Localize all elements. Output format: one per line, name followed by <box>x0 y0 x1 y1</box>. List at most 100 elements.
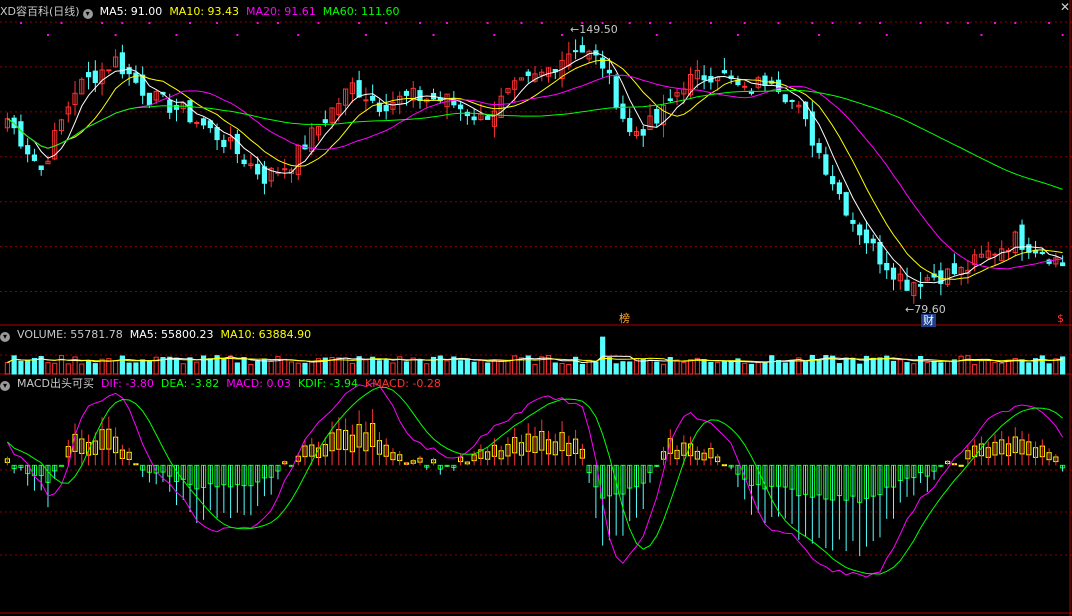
candle-body <box>572 50 579 53</box>
volume-bar <box>295 362 301 375</box>
candle-body <box>890 267 897 280</box>
volume-bar <box>505 359 511 375</box>
candle-body <box>857 224 863 236</box>
volume-bar <box>687 359 694 375</box>
volume-bar <box>1019 359 1025 375</box>
signal-dot <box>919 22 922 24</box>
candle-body <box>31 154 38 161</box>
candle-body <box>241 159 247 165</box>
volume-bar <box>18 360 24 375</box>
candle-body <box>1019 224 1025 250</box>
volume-bar <box>126 362 132 375</box>
volume-bar <box>194 361 200 375</box>
signal-dot <box>358 22 361 24</box>
volume-bar <box>11 355 17 375</box>
candle-body <box>417 90 423 102</box>
volume-bar <box>728 361 734 375</box>
volume-bar <box>566 364 572 375</box>
volume-bar <box>234 362 240 375</box>
volume-bar <box>897 359 903 375</box>
volume-bar <box>207 358 213 375</box>
candle-body <box>917 284 924 287</box>
volume-bar <box>383 358 389 375</box>
volume-bar <box>742 362 748 375</box>
candle-body <box>600 57 606 69</box>
signal-dot <box>878 22 881 24</box>
candle-body <box>363 99 369 102</box>
macd-histogram-bar <box>958 464 964 467</box>
signal-dot <box>1048 22 1051 24</box>
candle-body <box>884 262 890 271</box>
vol-ma5-readout: MA5: 55800.23 <box>129 328 214 341</box>
volume-bar <box>775 360 782 375</box>
volume-bar <box>180 363 186 375</box>
volume-bar <box>248 363 254 375</box>
signal-dot <box>175 34 178 36</box>
macd-settings-icon[interactable]: ▾ <box>0 381 10 391</box>
candle-body <box>992 253 998 256</box>
cai-marker[interactable]: 财 <box>921 314 936 327</box>
signal-dots <box>19 22 1064 36</box>
candle-body <box>457 104 464 110</box>
volume-bar <box>708 361 714 375</box>
volume-bar <box>349 362 355 375</box>
close-icon[interactable]: ✕ <box>1058 0 1072 14</box>
volume-bar <box>119 355 125 375</box>
macd-histogram-bar <box>58 464 65 467</box>
candle-body <box>485 116 491 120</box>
volume-bar <box>464 358 470 375</box>
volume-bar <box>978 360 985 375</box>
candle-body <box>214 127 220 141</box>
volume-bar <box>904 362 910 375</box>
candlestick-series <box>4 36 1066 304</box>
candle-body <box>525 71 531 76</box>
candle-body <box>951 263 957 275</box>
volume-bar <box>843 357 849 375</box>
candle-body <box>823 154 829 175</box>
volume-bar <box>701 359 707 375</box>
signal-dot <box>818 34 821 36</box>
volume-settings-icon[interactable]: ▾ <box>0 332 10 342</box>
volume-bar <box>613 363 619 375</box>
signal-dot <box>1014 22 1017 24</box>
volume-bar <box>4 362 10 375</box>
ma10-readout: MA10: 93.43 <box>169 5 240 18</box>
volume-bar <box>1039 355 1045 375</box>
volume-bar <box>1046 363 1052 375</box>
signal-dot <box>858 22 861 24</box>
signal-dot <box>432 34 435 36</box>
volume-bar <box>850 357 856 375</box>
volume-bar <box>958 355 964 375</box>
signal-dot <box>993 22 996 24</box>
signal-dot <box>655 34 658 36</box>
candle-body <box>782 94 788 103</box>
bang-marker[interactable]: 榜 <box>619 312 630 325</box>
volume-bar <box>302 362 308 375</box>
candle-body <box>146 92 153 106</box>
volume-bar <box>532 363 538 375</box>
candle-body <box>1060 262 1066 267</box>
signal-dot <box>561 34 564 36</box>
signal-dot <box>19 22 22 24</box>
stock-title[interactable]: XD容百科(日线) <box>0 5 80 18</box>
candle-body <box>613 76 619 108</box>
volume-bar <box>417 359 423 375</box>
signal-dot <box>946 22 949 24</box>
volume-bar <box>681 361 687 375</box>
volume-bar <box>917 356 924 375</box>
candle-body <box>742 85 748 88</box>
volume-bar <box>288 361 295 375</box>
volume-bar <box>370 356 376 375</box>
candle-body <box>877 241 883 265</box>
signal-dot <box>648 22 651 24</box>
volume-bar <box>938 362 944 375</box>
volume-bar <box>660 363 667 375</box>
right-marker[interactable]: $ <box>1057 312 1064 325</box>
indicator-settings-icon[interactable]: ▾ <box>82 9 93 19</box>
signal-dot <box>101 22 104 24</box>
volume-bar <box>390 362 396 375</box>
candle-body <box>606 69 613 74</box>
macd-histogram <box>4 382 1066 578</box>
candle-body <box>830 176 836 185</box>
volume-bar <box>552 362 558 375</box>
